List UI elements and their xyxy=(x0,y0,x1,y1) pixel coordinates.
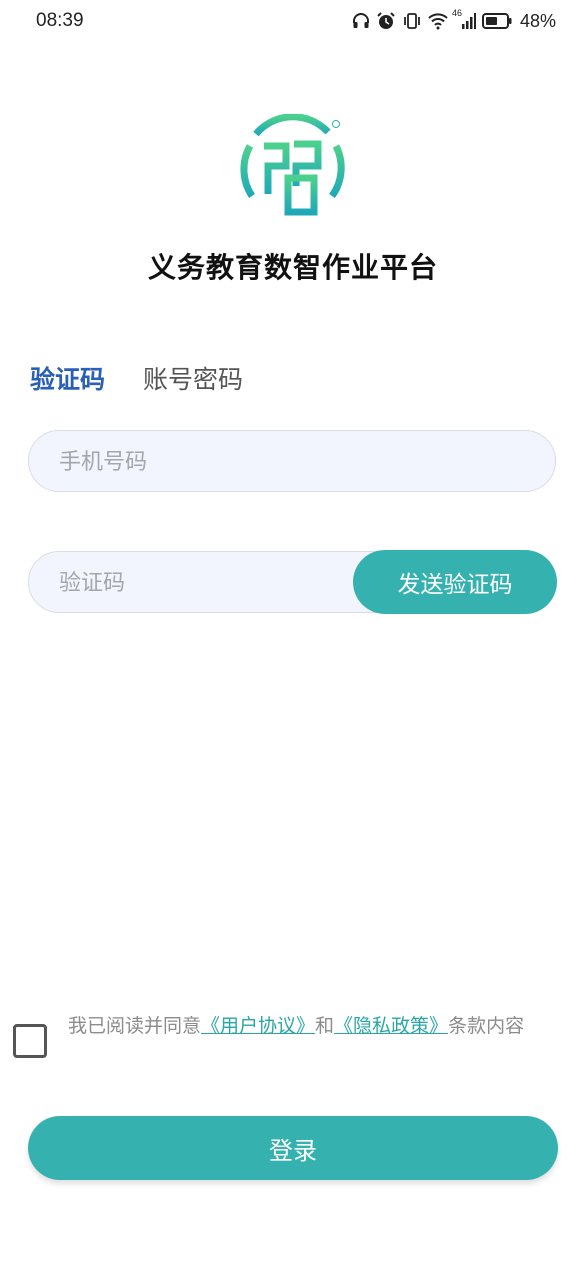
alarm-icon xyxy=(376,11,396,31)
login-page: 08:39 46 48% 义务教育数智作业平台 验证码 账号密码 手机号码 验证… xyxy=(0,0,586,1274)
verification-code-input[interactable] xyxy=(57,552,361,614)
headphones-icon xyxy=(352,12,370,30)
status-icons: 46 48% xyxy=(352,8,556,33)
status-bar: 08:39 46 48% xyxy=(0,0,586,44)
code-field: 发送验证码 xyxy=(28,550,557,614)
battery-percent: 48% xyxy=(519,10,556,31)
phone-field xyxy=(28,430,556,493)
status-time: 08:39 xyxy=(36,10,84,31)
battery-icon xyxy=(481,12,512,30)
network-type-label: 46 xyxy=(451,8,462,18)
tab-account-password[interactable]: 账号密码 xyxy=(143,360,243,396)
login-tabs: 验证码 账号密码 xyxy=(30,360,243,396)
app-title: 义务教育数智作业平台 xyxy=(147,251,438,284)
tab-verification-code[interactable]: 验证码 xyxy=(30,360,105,396)
wifi-icon xyxy=(428,12,448,30)
send-code-button[interactable]: 发送验证码 xyxy=(353,550,557,614)
agreement-suffix: 条款内容 xyxy=(448,1015,525,1037)
user-agreement-link[interactable]: 《用户协议》 xyxy=(201,1015,315,1037)
agreement-and: 和 xyxy=(315,1015,335,1037)
login-button[interactable]: 登录 xyxy=(28,1116,558,1180)
agreement-checkbox[interactable] xyxy=(13,1024,47,1058)
app-logo-icon xyxy=(236,113,348,220)
agreement-prefix: 我已阅读并同意 xyxy=(68,1015,202,1037)
phone-input[interactable] xyxy=(57,431,361,493)
privacy-policy-link[interactable]: 《隐私政策》 xyxy=(334,1015,448,1037)
vibrate-icon xyxy=(402,11,422,31)
signal-icon: 46 xyxy=(452,8,476,30)
agreement-text: 我已阅读并同意《用户协议》和《隐私政策》条款内容 xyxy=(68,1013,582,1040)
